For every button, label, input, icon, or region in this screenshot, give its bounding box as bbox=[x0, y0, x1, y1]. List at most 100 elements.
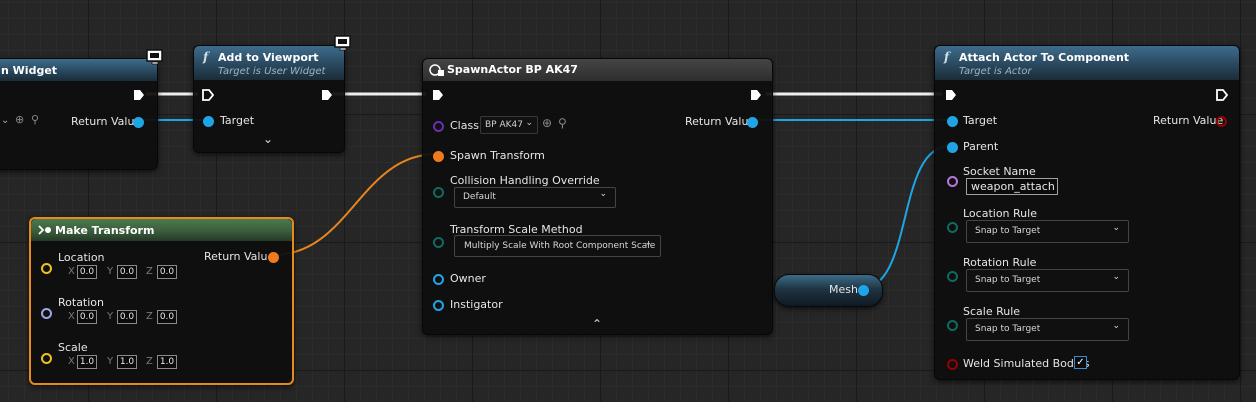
expand-advanced-icon[interactable]: ⌄ bbox=[263, 132, 273, 146]
mesh-variable-node[interactable]: Mesh bbox=[774, 274, 883, 307]
rotation-y-axis-label: Y bbox=[107, 311, 114, 322]
class-select[interactable]: BP AK47 ⌄ bbox=[480, 116, 538, 134]
location-rule-dropdown[interactable]: Snap to Target ⌄ bbox=[966, 220, 1129, 243]
weld-bodies-checkbox[interactable]: ✓ bbox=[1074, 356, 1087, 369]
scale-rule-dropdown[interactable]: Snap to Target ⌄ bbox=[966, 318, 1129, 341]
function-icon: f bbox=[203, 50, 209, 64]
return-value-pin[interactable] bbox=[268, 252, 279, 263]
weld-bodies-pin[interactable] bbox=[947, 359, 958, 370]
scale-y-axis-label: Y bbox=[107, 356, 114, 367]
target-label: Target bbox=[220, 114, 255, 127]
scale-method-pin[interactable] bbox=[433, 237, 444, 248]
collapse-advanced-icon[interactable]: ⌃ bbox=[592, 317, 602, 331]
exec-out-pin[interactable] bbox=[321, 89, 333, 101]
exec-in-pin[interactable] bbox=[202, 89, 214, 101]
chevron-down-icon: ⌄ bbox=[599, 189, 607, 199]
instigator-label: Instigator bbox=[450, 298, 503, 311]
collision-label: Collision Handling Override bbox=[450, 174, 600, 187]
socket-name-input[interactable]: weapon_attach bbox=[966, 178, 1058, 195]
location-x-field[interactable]: 0.0 bbox=[77, 265, 97, 279]
location-z-field[interactable]: 0.0 bbox=[157, 265, 177, 279]
chevron-down-icon: ⌄ bbox=[1112, 223, 1120, 233]
scale-pin[interactable] bbox=[41, 353, 52, 364]
attach-actor-node[interactable]: f Attach Actor To Component Target is Ac… bbox=[934, 45, 1240, 380]
scale-rule-value: Snap to Target bbox=[975, 324, 1041, 334]
socket-name-label: Socket Name bbox=[963, 165, 1036, 178]
return-value-label: Return Value bbox=[71, 115, 142, 128]
use-selected-icon[interactable]: ⊕ bbox=[15, 113, 24, 126]
chevron-down-icon: ⌄ bbox=[644, 238, 652, 248]
browse-search-icon[interactable]: ⚲ bbox=[558, 116, 567, 130]
node-title: Add to Viewport bbox=[218, 51, 319, 64]
class-value: BP AK47 bbox=[485, 120, 523, 130]
exec-out-pin[interactable] bbox=[750, 89, 762, 101]
target-pin[interactable] bbox=[947, 116, 958, 127]
function-icon: f bbox=[944, 50, 950, 64]
target-pin[interactable] bbox=[203, 116, 214, 127]
monitor-icon bbox=[334, 35, 351, 51]
exec-out-pin[interactable] bbox=[1216, 89, 1228, 101]
location-rule-pin[interactable] bbox=[947, 222, 958, 233]
spawn-actor-node[interactable]: SpawnActor BP AK47 Class BP AK47 ⌄ ⊕ ⚲ R… bbox=[422, 58, 773, 335]
create-widget-node[interactable]: n Widget Return Value ⌄ ⊕ ⚲ bbox=[0, 58, 158, 170]
class-label: Class bbox=[450, 119, 479, 132]
scale-y-field[interactable]: 1.0 bbox=[117, 355, 137, 369]
scale-rule-pin[interactable] bbox=[947, 320, 958, 331]
exec-in-pin[interactable] bbox=[432, 89, 444, 101]
rotation-y-field[interactable]: 0.0 bbox=[117, 310, 137, 324]
rotation-rule-pin[interactable] bbox=[947, 271, 958, 282]
owner-pin[interactable] bbox=[433, 274, 444, 285]
location-z-axis-label: Z bbox=[146, 266, 153, 277]
socket-name-pin[interactable] bbox=[947, 176, 958, 187]
collision-pin[interactable] bbox=[433, 187, 444, 198]
location-y-field[interactable]: 0.0 bbox=[117, 265, 137, 279]
scale-z-axis-label: Z bbox=[146, 356, 153, 367]
make-transform-node[interactable]: Make Transform Return Value Location X 0… bbox=[29, 217, 294, 385]
return-value-pin[interactable] bbox=[133, 117, 144, 128]
scale-label: Scale bbox=[58, 341, 88, 354]
rotation-rule-value: Snap to Target bbox=[975, 275, 1041, 285]
rotation-rule-dropdown[interactable]: Snap to Target ⌄ bbox=[966, 269, 1129, 292]
scale-rule-label: Scale Rule bbox=[963, 305, 1021, 318]
rotation-x-field[interactable]: 0.0 bbox=[77, 310, 97, 324]
exec-in-pin[interactable] bbox=[945, 89, 957, 101]
location-x-axis-label: X bbox=[68, 266, 75, 277]
scale-method-value: Multiply Scale With Root Component Scale bbox=[464, 241, 656, 251]
instigator-pin[interactable] bbox=[433, 300, 444, 311]
collision-dropdown[interactable]: Default ⌄ bbox=[454, 187, 616, 208]
class-pin[interactable] bbox=[433, 121, 444, 132]
rotation-pin[interactable] bbox=[41, 308, 52, 319]
scale-z-field[interactable]: 1.0 bbox=[157, 355, 177, 369]
spawn-transform-pin[interactable] bbox=[433, 151, 444, 162]
add-to-viewport-node[interactable]: f Add to Viewport Target is User Widget … bbox=[193, 45, 345, 153]
search-icon[interactable]: ⚲ bbox=[31, 113, 39, 126]
struct-wire-transform-to-spawn bbox=[272, 153, 438, 256]
return-value-pin[interactable] bbox=[1216, 116, 1227, 127]
scale-method-dropdown[interactable]: Multiply Scale With Root Component Scale… bbox=[454, 235, 661, 257]
scale-x-axis-label: X bbox=[68, 356, 75, 367]
location-y-axis-label: Y bbox=[107, 266, 114, 277]
return-value-pin[interactable] bbox=[747, 117, 758, 128]
node-title: Make Transform bbox=[55, 224, 155, 237]
location-pin[interactable] bbox=[41, 263, 52, 274]
rotation-z-axis-label: Z bbox=[146, 311, 153, 322]
use-selected-icon[interactable]: ⊕ bbox=[542, 116, 552, 130]
exec-out-pin[interactable] bbox=[133, 89, 145, 101]
node-title: n Widget bbox=[1, 64, 58, 77]
node-title: Attach Actor To Component bbox=[959, 51, 1130, 64]
pure-function-icon bbox=[38, 225, 51, 235]
spawn-actor-icon bbox=[429, 64, 444, 76]
mesh-out-pin[interactable] bbox=[858, 285, 869, 296]
parent-pin[interactable] bbox=[947, 142, 958, 153]
return-value-label: Return Value bbox=[204, 250, 275, 263]
chevron-down-icon: ⌄ bbox=[525, 118, 533, 128]
mesh-label: Mesh bbox=[829, 283, 858, 296]
rotation-z-field[interactable]: 0.0 bbox=[157, 310, 177, 324]
weld-bodies-label: Weld Simulated Bodies bbox=[963, 357, 1090, 370]
node-subtitle: Target is Actor bbox=[959, 66, 1032, 77]
chevron-down-icon[interactable]: ⌄ bbox=[1, 115, 9, 126]
node-title: SpawnActor BP AK47 bbox=[447, 63, 578, 76]
location-rule-value: Snap to Target bbox=[975, 226, 1041, 236]
scale-x-field[interactable]: 1.0 bbox=[77, 355, 97, 369]
rotation-rule-label: Rotation Rule bbox=[963, 256, 1037, 269]
